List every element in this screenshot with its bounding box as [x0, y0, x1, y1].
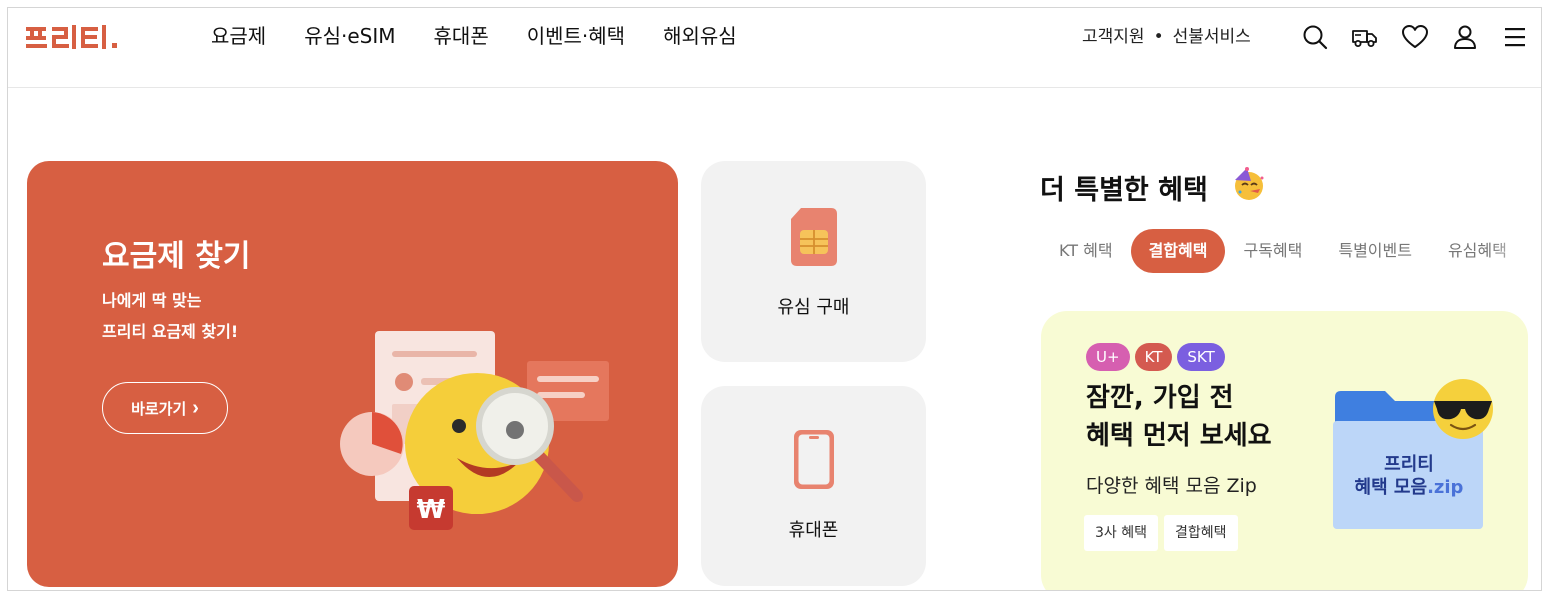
util-separator: •	[1153, 27, 1164, 47]
magnifier-character-illustration: ₩	[340, 331, 609, 530]
tab-bundle-benefit[interactable]: 결합혜택	[1130, 229, 1226, 273]
benefit-promo-card[interactable]: U+ KT SKT 잠깐, 가입 전 혜택 먼저 보세요 다양한 혜택 모음 Z…	[1041, 311, 1528, 590]
find-plan-title: 요금제 찾기	[102, 239, 251, 274]
phone-label: 휴대폰	[788, 520, 839, 541]
header-icon-bar	[1300, 22, 1541, 52]
find-plan-subtitle: 나에게 딱 맞는 프리티 요금제 찾기!	[102, 285, 238, 347]
customer-support-link[interactable]: 고객지원	[1082, 27, 1145, 47]
tab-kt-benefit[interactable]: KT 혜택	[1041, 229, 1131, 273]
chevron-right-icon: ›	[192, 397, 199, 419]
promo-tags: 3사 혜택 결합혜택	[1084, 515, 1244, 551]
find-plan-card[interactable]: 요금제 찾기 나에게 딱 맞는 프리티 요금제 찾기! 바로가기 › ₩	[27, 161, 678, 587]
promo-title-line1: 잠깐, 가입 전	[1086, 383, 1234, 413]
prepaid-service-link[interactable]: 선불서비스	[1173, 27, 1251, 47]
carrier-badge-kt: KT	[1134, 343, 1173, 371]
main-nav: 요금제 유심·eSIM 휴대폰 이벤트·혜택 해외유심	[211, 22, 775, 50]
pretty-logo[interactable]	[26, 24, 138, 54]
find-plan-go-label: 바로가기	[131, 400, 187, 418]
delivery-truck-icon[interactable]	[1350, 22, 1380, 52]
promo-tag: 3사 혜택	[1084, 515, 1158, 551]
zip-folder-label: 프리티 혜택 모음.zip	[1329, 453, 1489, 499]
zip-folder-label-main: 혜택 모음	[1354, 477, 1428, 498]
sim-card-icon	[791, 208, 837, 266]
nav-item-overseas-usim[interactable]: 해외유심	[663, 22, 737, 50]
menu-icon[interactable]	[1500, 22, 1530, 52]
find-plan-subtitle-line2: 프리티 요금제 찾기!	[102, 322, 239, 341]
zip-folder-label-line2: 혜택 모음.zip	[1329, 476, 1489, 499]
tabs-fade-overlay	[1488, 229, 1541, 273]
zip-folder-label-ext: .zip	[1427, 477, 1464, 498]
search-icon[interactable]	[1300, 22, 1330, 52]
nav-item-phones[interactable]: 휴대폰	[434, 22, 489, 50]
promo-tag: 결합혜택	[1164, 515, 1238, 551]
benefit-tabs: KT 혜택 결합혜택 구독혜택 특별이벤트 유심혜택	[1041, 229, 1525, 273]
browser-viewport: 요금제 유심·eSIM 휴대폰 이벤트·혜택 해외유심 고객지원 • 선불서비스	[7, 7, 1542, 591]
heart-icon[interactable]	[1400, 22, 1430, 52]
nav-item-events-benefits[interactable]: 이벤트·혜택	[527, 22, 625, 50]
site-header: 요금제 유심·eSIM 휴대폰 이벤트·혜택 해외유심 고객지원 • 선불서비스	[8, 8, 1541, 88]
utility-links: 고객지원 • 선불서비스	[1082, 24, 1251, 50]
find-plan-go-button[interactable]: 바로가기 ›	[102, 382, 228, 434]
nav-item-plans[interactable]: 요금제	[211, 22, 266, 50]
find-plan-subtitle-line1: 나에게 딱 맞는	[102, 291, 202, 310]
nav-item-usim-esim[interactable]: 유심·eSIM	[304, 22, 395, 50]
usim-purchase-card[interactable]: 유심 구매	[701, 161, 926, 362]
promo-title-line2: 혜택 먼저 보세요	[1086, 421, 1272, 451]
promo-title: 잠깐, 가입 전 혜택 먼저 보세요	[1086, 379, 1272, 455]
usim-purchase-label: 유심 구매	[777, 297, 850, 318]
zip-folder-label-line1: 프리티	[1384, 454, 1434, 475]
won-symbol: ₩	[417, 495, 446, 525]
party-face-icon	[1235, 167, 1264, 200]
smartphone-icon	[794, 430, 834, 489]
carrier-badges: U+ KT SKT	[1086, 343, 1230, 371]
carrier-badge-uplus: U+	[1086, 343, 1130, 371]
carrier-badge-skt: SKT	[1177, 343, 1225, 371]
user-icon[interactable]	[1450, 22, 1480, 52]
benefits-title: 더 특별한 혜택	[1040, 175, 1208, 206]
tab-subscription-benefit[interactable]: 구독혜택	[1225, 229, 1320, 273]
phone-card[interactable]: 휴대폰	[701, 386, 926, 586]
tab-special-event[interactable]: 특별이벤트	[1320, 229, 1430, 273]
promo-subtitle: 다양한 혜택 모음 Zip	[1086, 475, 1257, 497]
